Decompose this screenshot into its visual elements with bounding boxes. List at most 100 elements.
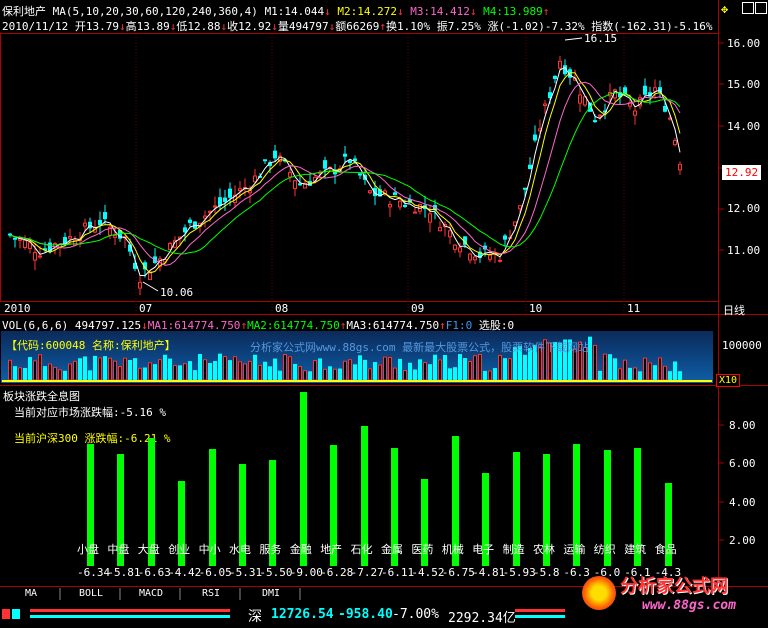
volume-bar — [73, 360, 77, 381]
volume-bar — [93, 355, 97, 381]
ma1-value: M1:14.044 — [264, 5, 325, 18]
candle — [98, 219, 102, 226]
quote-amplitude: 振7.25% — [436, 20, 481, 33]
window-icon[interactable] — [755, 2, 767, 14]
candle — [68, 236, 72, 239]
volume-bar — [438, 359, 442, 381]
volume-bar — [613, 358, 617, 381]
sector-tick: 2.00 — [729, 534, 756, 547]
candle — [368, 190, 372, 194]
volume-bar — [288, 356, 292, 381]
volume-bar — [493, 368, 497, 381]
candle — [643, 85, 647, 95]
volume-bar — [618, 368, 622, 381]
volume-bar — [88, 370, 92, 381]
sector-name: 建筑 — [624, 543, 647, 556]
volume-bar — [18, 367, 22, 381]
high-price-label: 16.15 — [584, 32, 618, 45]
volume-bar — [53, 366, 57, 381]
volume-bar — [193, 370, 197, 381]
volume-bar — [198, 354, 202, 381]
volume-bar — [498, 355, 502, 381]
volume-bar — [78, 358, 82, 381]
arrows-icon[interactable]: ✥ — [721, 2, 728, 16]
candle — [453, 244, 457, 250]
quote-amount: 额66269 — [335, 20, 380, 33]
sector-name: 机械 — [441, 543, 464, 556]
volume-bar — [428, 364, 432, 381]
candle — [113, 235, 117, 238]
watermark-text: 分析家公式网www.88gs.com 最新最大股票公式，股票软件下载网站 — [250, 341, 590, 354]
time-label: 10 — [529, 302, 543, 315]
quote-volume: 量494797 — [277, 20, 329, 33]
low-price-label: 10.06 — [160, 286, 194, 299]
volume-bar — [408, 362, 412, 381]
index-pct: -7.00% — [392, 607, 439, 622]
volume-bar — [648, 362, 652, 381]
sector-chart: 小盘 -6.34 中盘 -5.81 大盘 -6.63 创业 -4.42 中小 -6.05 水电 -5.… — [0, 386, 718, 586]
time-label: 09 — [411, 302, 425, 315]
volume-bar — [103, 356, 107, 381]
site-logo: 分析家公式网 www.88gs.com — [580, 568, 768, 628]
volume-bar — [238, 361, 242, 381]
sector-tick: 8.00 — [729, 419, 756, 432]
volume-bar — [663, 365, 667, 381]
tab-dividers — [59, 588, 301, 600]
candle — [353, 158, 357, 162]
volume-bar — [298, 365, 302, 381]
volume-bar — [318, 358, 322, 381]
sector-value: -4.42 — [168, 566, 202, 579]
volume-bar — [253, 354, 257, 381]
volume-bar — [113, 360, 117, 381]
volume-bar — [243, 363, 247, 381]
candle — [343, 153, 347, 157]
sector-value: -6.75 — [441, 566, 475, 579]
volume-bar — [413, 369, 417, 381]
volume-bar — [128, 359, 132, 381]
volume-bar — [478, 353, 482, 381]
volume-bar — [488, 370, 492, 381]
candle — [403, 204, 407, 207]
sector-name: 服务 — [259, 543, 282, 556]
volume-bar — [458, 354, 462, 381]
volume-bar — [118, 366, 122, 381]
candle — [653, 87, 657, 92]
high-pointer — [564, 37, 583, 41]
ma3-value: M3:14.412 — [410, 5, 470, 18]
volume-bar — [148, 362, 152, 381]
volume-bar — [418, 359, 422, 381]
volume-bar — [508, 358, 512, 381]
candle — [598, 114, 602, 117]
window-icon[interactable] — [742, 2, 754, 14]
index-change: -958.40 — [338, 607, 393, 622]
volume-bar — [283, 354, 287, 381]
up-indicator-icon — [2, 609, 10, 619]
candle — [593, 120, 597, 123]
volume-bar — [643, 357, 647, 381]
flower-logo-icon — [582, 576, 616, 610]
price-chart[interactable] — [0, 0, 718, 300]
sector-name: 运输 — [563, 543, 586, 556]
price-tick: 12.00 — [727, 202, 761, 215]
volume-bar — [623, 359, 627, 381]
sector-value: -6.34 — [77, 566, 111, 579]
volume-bar — [678, 371, 682, 381]
volume-bar — [668, 371, 672, 381]
volume-bar — [188, 361, 192, 381]
volume-bar — [483, 370, 487, 381]
stock-code-label: 【代码:600048 名称:保利地产】 — [6, 339, 176, 352]
volume-bar — [143, 367, 147, 381]
sector-name: 地产 — [320, 543, 343, 556]
candle — [468, 253, 472, 261]
volume-bar — [203, 359, 207, 381]
stock-name: 保利地产 — [2, 5, 46, 18]
candle — [388, 203, 392, 208]
sector-name: 小盘 — [77, 543, 99, 556]
volume-bar — [138, 367, 142, 381]
candle — [518, 205, 522, 210]
volume-bar — [388, 356, 392, 381]
period-label[interactable]: 日线 — [723, 302, 745, 318]
volume-bar — [313, 360, 317, 381]
volume-bar — [393, 367, 397, 381]
volume-bar — [373, 362, 377, 381]
